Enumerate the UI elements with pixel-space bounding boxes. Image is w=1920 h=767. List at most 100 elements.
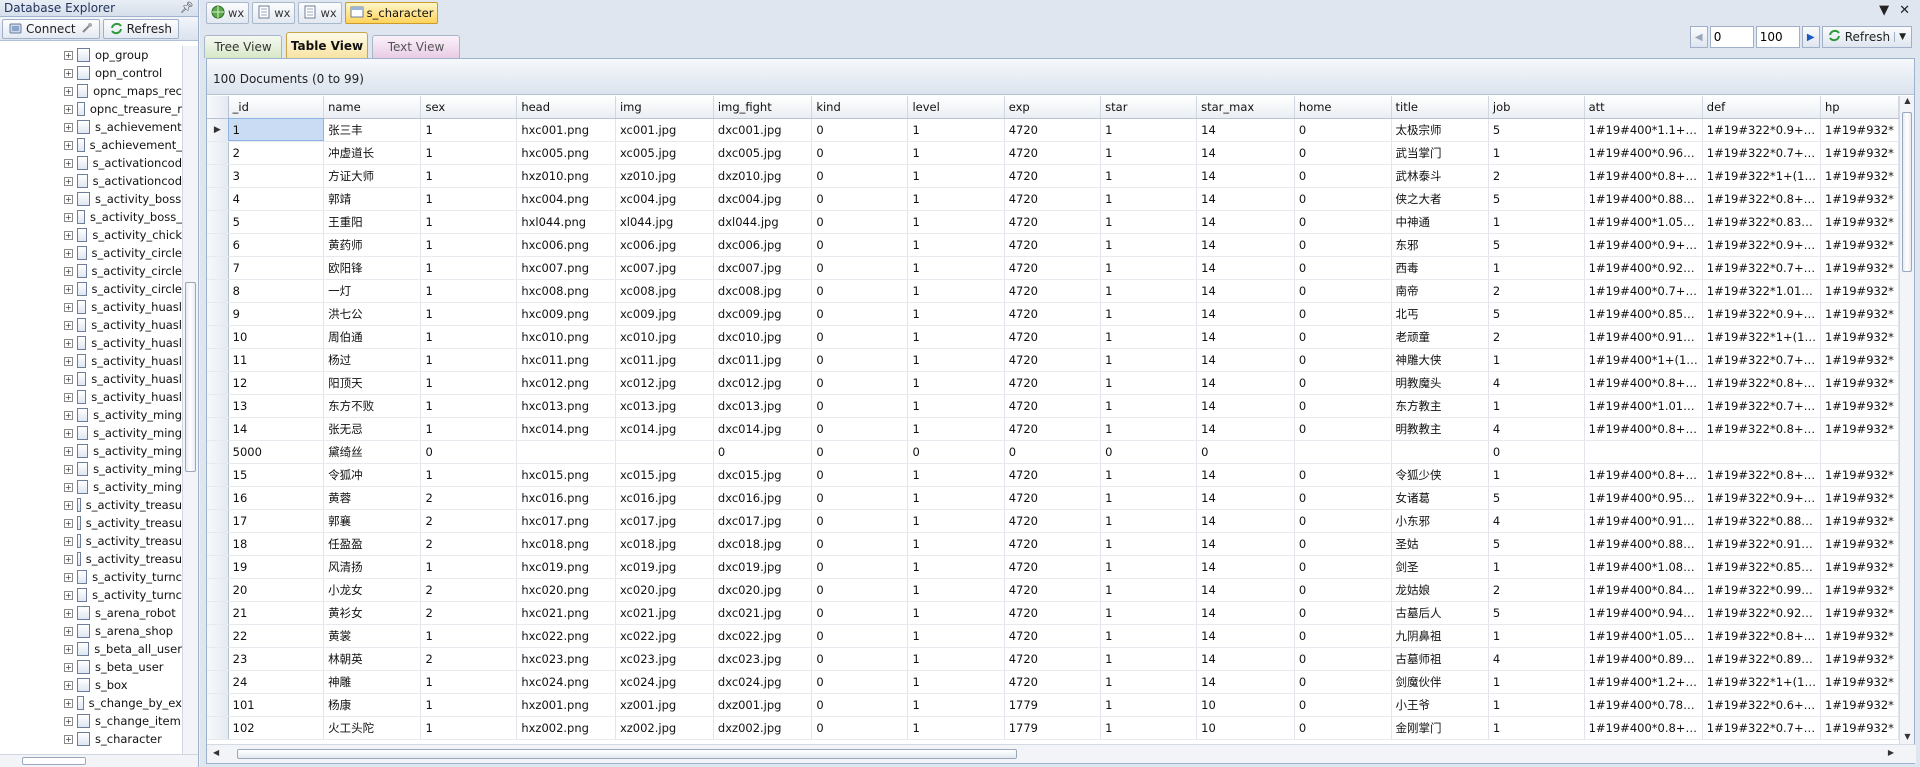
- table-cell[interactable]: 1: [420, 417, 518, 441]
- table-cell[interactable]: 圣姑: [1391, 532, 1489, 556]
- table-cell[interactable]: 1: [907, 394, 1005, 418]
- expand-icon[interactable]: +: [64, 428, 73, 438]
- grid-vertical-scrollbar[interactable]: ▲ ▼: [1899, 96, 1914, 746]
- table-cell[interactable]: 0: [1294, 394, 1392, 418]
- table-cell[interactable]: 0: [811, 118, 909, 142]
- table-cell[interactable]: 4720: [1004, 371, 1102, 395]
- table-cell[interactable]: 4: [1488, 417, 1585, 441]
- table-cell[interactable]: dxc022.jpg: [713, 624, 813, 648]
- table-cell[interactable]: 1: [420, 187, 518, 211]
- table-cell[interactable]: 1: [907, 509, 1005, 533]
- table-cell[interactable]: 1: [1100, 509, 1198, 533]
- table-cell[interactable]: 0: [811, 348, 909, 372]
- tree-item[interactable]: + s_activity_treasu: [0, 514, 182, 532]
- table-cell[interactable]: 1: [1100, 647, 1198, 671]
- table-cell[interactable]: xl044.jpg: [615, 210, 714, 234]
- table-cell[interactable]: 1#19#400*0.85…: [1584, 302, 1703, 326]
- table-cell[interactable]: 0: [1294, 417, 1392, 441]
- table-cell[interactable]: 1#19#932*: [1820, 394, 1899, 418]
- expand-icon[interactable]: +: [64, 662, 73, 672]
- table-cell[interactable]: 1#19#400*1.1+…: [1584, 118, 1703, 142]
- expand-icon[interactable]: +: [64, 356, 73, 366]
- table-cell[interactable]: 1: [420, 279, 518, 303]
- table-cell[interactable]: 1#19#400*0.88…: [1584, 187, 1703, 211]
- table-cell[interactable]: dxc007.jpg: [713, 256, 813, 280]
- table-cell[interactable]: 1: [907, 325, 1005, 349]
- table-cell[interactable]: 0: [420, 440, 518, 464]
- table-cell[interactable]: 西毒: [1391, 256, 1489, 280]
- table-cell[interactable]: 1#19#322*0.7+…: [1702, 716, 1821, 740]
- table-cell[interactable]: 0: [811, 141, 909, 165]
- table-cell[interactable]: 黄裳: [323, 624, 422, 648]
- table-cell[interactable]: 0: [1294, 210, 1392, 234]
- table-cell[interactable]: 4720: [1004, 164, 1102, 188]
- table-cell[interactable]: dxc012.jpg: [713, 371, 813, 395]
- table-cell[interactable]: 古墓后人: [1391, 601, 1489, 625]
- expand-icon[interactable]: +: [64, 554, 73, 564]
- table-cell[interactable]: 4720: [1004, 210, 1102, 234]
- table-cell[interactable]: 杨康: [323, 693, 422, 717]
- table-cell[interactable]: 1: [1100, 693, 1198, 717]
- row-indicator[interactable]: [207, 348, 229, 372]
- table-cell[interactable]: 0: [811, 279, 909, 303]
- table-cell[interactable]: 1#19#322*0.99…: [1702, 578, 1821, 602]
- table-cell[interactable]: 0: [811, 486, 909, 510]
- table-cell[interactable]: 1#19#932*: [1820, 164, 1899, 188]
- table-cell[interactable]: 0: [811, 463, 909, 487]
- row-indicator[interactable]: [207, 555, 229, 579]
- table-cell[interactable]: 剑魔伙伴: [1391, 670, 1489, 694]
- table-cell[interactable]: 0: [811, 233, 909, 257]
- tree-item[interactable]: + s_character: [0, 730, 182, 748]
- table-cell[interactable]: dxc001.jpg: [713, 118, 813, 142]
- table-row[interactable]: 10 周伯通 1 hxc010.png xc010.jpg dxc010.jpg 0 1 472…: [207, 325, 1899, 349]
- table-cell[interactable]: 1: [907, 141, 1005, 165]
- table-cell[interactable]: 东邪: [1391, 233, 1489, 257]
- table-cell[interactable]: 1: [420, 555, 518, 579]
- table-cell[interactable]: 14: [1196, 463, 1295, 487]
- table-cell[interactable]: 1#19#932*: [1820, 417, 1899, 441]
- table-cell[interactable]: 1: [907, 555, 1005, 579]
- table-cell[interactable]: 0: [811, 187, 909, 211]
- table-cell[interactable]: 1#19#932*: [1820, 187, 1899, 211]
- table-row[interactable]: 11 杨过 1 hxc011.png xc011.jpg dxc011.jpg 0 1 4720…: [207, 348, 1899, 372]
- expand-icon[interactable]: +: [64, 122, 73, 132]
- table-cell[interactable]: 1#19#932*: [1820, 670, 1899, 694]
- tree-item[interactable]: + s_activity_turnc: [0, 586, 182, 604]
- table-cell[interactable]: 1#19#932*: [1820, 578, 1899, 602]
- scroll-thumb[interactable]: [237, 749, 1017, 759]
- table-cell[interactable]: 1#19#400*1.2+…: [1584, 670, 1703, 694]
- table-cell[interactable]: 1: [1488, 463, 1585, 487]
- scroll-up-icon[interactable]: ▲: [1900, 96, 1915, 110]
- table-cell[interactable]: 1: [1100, 624, 1198, 648]
- row-indicator[interactable]: [207, 417, 229, 441]
- table-cell[interactable]: 4720: [1004, 394, 1102, 418]
- table-cell[interactable]: xc017.jpg: [615, 509, 714, 533]
- explorer-refresh-button[interactable]: Refresh: [102, 18, 179, 39]
- expand-icon[interactable]: +: [64, 572, 73, 582]
- table-cell[interactable]: 10: [228, 325, 325, 349]
- table-cell[interactable]: 1: [420, 141, 518, 165]
- table-cell[interactable]: 0: [1294, 624, 1392, 648]
- table-cell[interactable]: 0: [1294, 187, 1392, 211]
- table-cell[interactable]: 1#19#322*0.92…: [1702, 601, 1821, 625]
- table-cell[interactable]: 中神通: [1391, 210, 1489, 234]
- table-cell[interactable]: 14: [1196, 233, 1295, 257]
- table-cell[interactable]: xz001.jpg: [615, 693, 714, 717]
- table-cell[interactable]: 1#19#932*: [1820, 141, 1899, 165]
- expand-icon[interactable]: +: [64, 104, 73, 114]
- table-cell[interactable]: 14: [1196, 532, 1295, 556]
- table-cell[interactable]: 14: [1196, 302, 1295, 326]
- table-cell[interactable]: 1: [420, 302, 518, 326]
- table-cell[interactable]: 0: [1294, 693, 1392, 717]
- table-cell[interactable]: 黄衫女: [323, 601, 422, 625]
- table-cell[interactable]: 1#19#932*: [1820, 647, 1899, 671]
- table-cell[interactable]: 1#19#400*0.84…: [1584, 578, 1703, 602]
- table-row[interactable]: 2 冲虚道长 1 hxc005.png xc005.jpg dxc005.jpg 0 1 472…: [207, 141, 1899, 165]
- table-cell[interactable]: xc018.jpg: [615, 532, 714, 556]
- table-cell[interactable]: hxc004.png: [516, 187, 616, 211]
- column-header[interactable]: level: [907, 96, 1005, 119]
- table-cell[interactable]: hxc011.png: [516, 348, 616, 372]
- tree-item[interactable]: + s_activationcod: [0, 172, 182, 190]
- table-cell[interactable]: 1: [1488, 141, 1585, 165]
- table-cell[interactable]: 1#19#322*0.8+…: [1702, 371, 1821, 395]
